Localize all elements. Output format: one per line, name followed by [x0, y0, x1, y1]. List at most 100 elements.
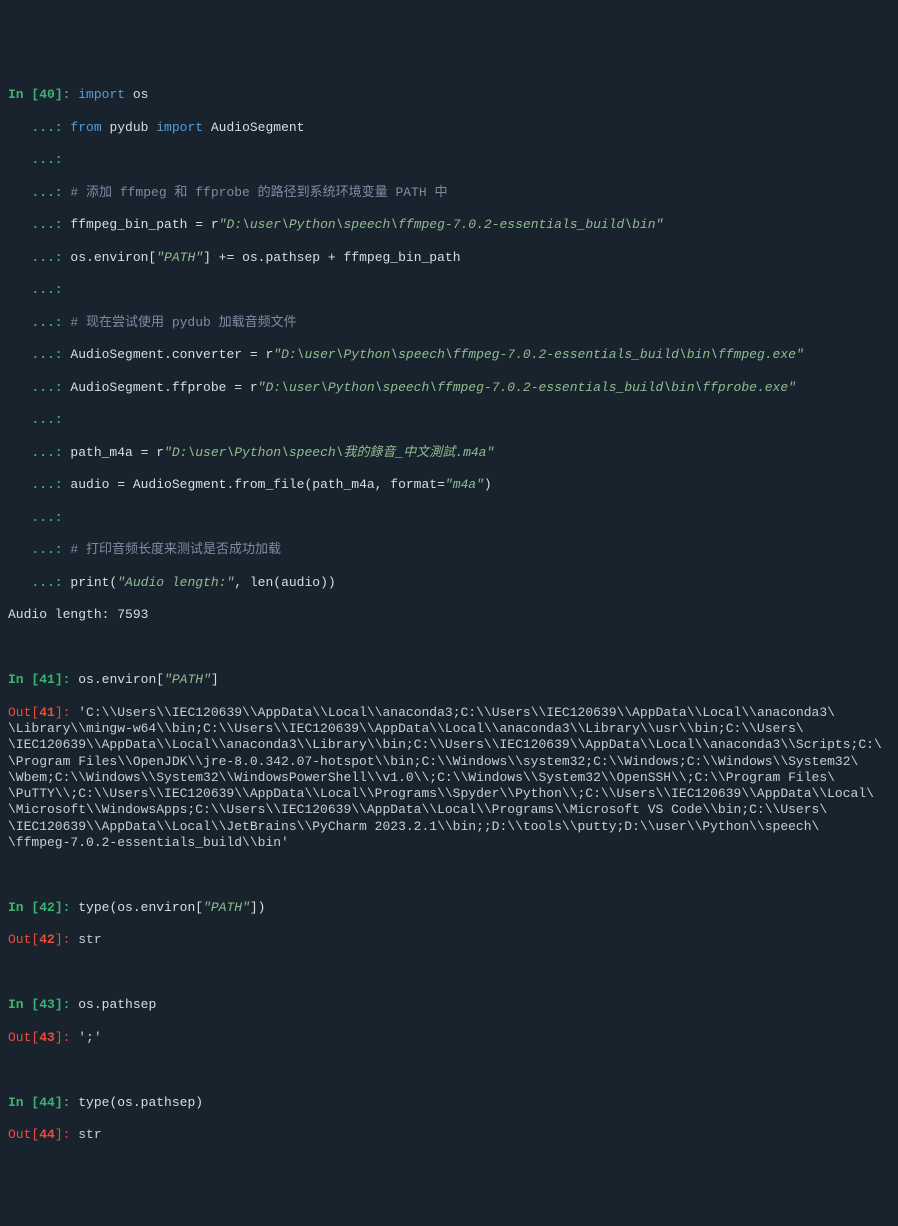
cont-prompt: ...: — [8, 575, 70, 590]
in-40-line-1: In [40]: import os — [8, 87, 890, 103]
ipython-console[interactable]: In [40]: import os ...: from pydub impor… — [8, 71, 890, 1160]
string-ffmpeg: "D:\user\Python\speech\ffmpeg-7.0.2-esse… — [273, 347, 804, 362]
kw-import: import — [78, 87, 125, 102]
string-ffprobe: "D:\user\Python\speech\ffmpeg-7.0.2-esse… — [258, 380, 796, 395]
mod-os: os — [125, 87, 148, 102]
cont-prompt: ...: — [8, 120, 70, 135]
comment-text: # 打印音频长度来测试是否成功加载 — [70, 542, 281, 557]
cont-prompt: ...: — [8, 477, 70, 492]
code-text: AudioSegment.ffprobe = r — [70, 380, 257, 395]
code-text: AudioSegment.converter = r — [70, 347, 273, 362]
mod-pydub: pydub — [102, 120, 157, 135]
prompt-close: ]: — [55, 900, 78, 915]
in-40-line-11: ...: print("Audio length:", len(audio)) — [8, 575, 890, 591]
out-prompt: Out[ — [8, 932, 39, 947]
code-text: os.environ[ — [70, 250, 156, 265]
out-value: 'C:\\Users\\IEC120639\\AppData\\Local\\a… — [8, 705, 882, 850]
out-prompt: Out[ — [8, 1127, 39, 1142]
prompt-close: ]: — [55, 672, 78, 687]
in-prompt: In [ — [8, 1095, 39, 1110]
cont-prompt: ...: — [8, 152, 70, 167]
cont-prompt: ...: — [8, 315, 70, 330]
code-text: ffmpeg_bin_path = r — [70, 217, 218, 232]
out-41: Out[41]: 'C:\\Users\\IEC120639\\AppData\… — [8, 705, 890, 851]
in-40-line-5: ...: os.environ["PATH"] += os.pathsep + … — [8, 250, 890, 266]
code-text: type(os.pathsep) — [78, 1095, 203, 1110]
cont-prompt: ...: — [8, 445, 70, 460]
in-number: 42 — [39, 900, 55, 915]
in-number: 41 — [39, 672, 55, 687]
in-40-blank-4: ...: — [8, 510, 890, 526]
in-40-line-10: ...: audio = AudioSegment.from_file(path… — [8, 477, 890, 493]
cont-prompt: ...: — [8, 347, 70, 362]
spacer — [8, 867, 890, 883]
out-value: str — [78, 1127, 101, 1142]
code-text: , len(audio)) — [234, 575, 335, 590]
prompt-close: ]: — [55, 1095, 78, 1110]
spacer — [8, 965, 890, 981]
cont-prompt: ...: — [8, 412, 70, 427]
in-40-line-9: ...: path_m4a = r"D:\user\Python\speech\… — [8, 445, 890, 461]
code-text: ) — [484, 477, 492, 492]
kw-import2: import — [156, 120, 203, 135]
out-44: Out[44]: str — [8, 1127, 890, 1143]
code-text: os.pathsep — [78, 997, 156, 1012]
in-number: 44 — [39, 1095, 55, 1110]
cls-audiosegment: AudioSegment — [203, 120, 304, 135]
stdout-40: Audio length: 7593 — [8, 607, 890, 623]
in-prompt: In [ — [8, 672, 39, 687]
in-40-line-4: ...: ffmpeg_bin_path = r"D:\user\Python\… — [8, 217, 890, 233]
in-40-blank-2: ...: — [8, 282, 890, 298]
comment-text: # 添加 ffmpeg 和 ffprobe 的路径到系统环境变量 PATH 中 — [70, 185, 447, 200]
prompt-close: ]: — [55, 997, 78, 1012]
cont-prompt: ...: — [8, 185, 70, 200]
in-40-blank-1: ...: — [8, 152, 890, 168]
in-44: In [44]: type(os.pathsep) — [8, 1095, 890, 1111]
out-number: 41 — [39, 705, 55, 720]
cont-prompt: ...: — [8, 217, 70, 232]
cont-prompt: ...: — [8, 542, 70, 557]
out-value: ';' — [78, 1030, 101, 1045]
in-number: 43 — [39, 997, 55, 1012]
prompt-close: ]: — [55, 1030, 78, 1045]
stdout-text: Audio length: 7593 — [8, 607, 148, 622]
out-prompt: Out[ — [8, 705, 39, 720]
in-43: In [43]: os.pathsep — [8, 997, 890, 1013]
string-m4a-path: "D:\user\Python\speech\我的錄音_中文測試.m4a" — [164, 445, 494, 460]
in-prompt: In [ — [8, 87, 39, 102]
cont-prompt: ...: — [8, 380, 70, 395]
out-number: 42 — [39, 932, 55, 947]
cont-prompt: ...: — [8, 250, 70, 265]
code-text: audio = AudioSegment.from_file(path_m4a,… — [70, 477, 444, 492]
comment-text: # 现在尝试使用 pydub 加载音频文件 — [70, 315, 296, 330]
in-40-line-7: ...: AudioSegment.converter = r"D:\user\… — [8, 347, 890, 363]
in-40-line-8: ...: AudioSegment.ffprobe = r"D:\user\Py… — [8, 380, 890, 396]
out-number: 43 — [39, 1030, 55, 1045]
string-format: "m4a" — [445, 477, 484, 492]
code-text: ] += os.pathsep + ffmpeg_bin_path — [203, 250, 460, 265]
spacer — [8, 640, 890, 656]
code-text: ]) — [250, 900, 266, 915]
kw-from: from — [70, 120, 101, 135]
string-path: "D:\user\Python\speech\ffmpeg-7.0.2-esse… — [219, 217, 664, 232]
string-path-key: "PATH" — [203, 900, 250, 915]
prompt-close: ]: — [55, 932, 78, 947]
cont-prompt: ...: — [8, 282, 70, 297]
in-prompt: In [ — [8, 997, 39, 1012]
code-text: type(os.environ[ — [78, 900, 203, 915]
code-text: ] — [211, 672, 219, 687]
prompt-close: ]: — [55, 1127, 78, 1142]
spacer — [8, 1062, 890, 1078]
in-42: In [42]: type(os.environ["PATH"]) — [8, 900, 890, 916]
out-43: Out[43]: ';' — [8, 1030, 890, 1046]
prompt-close: ]: — [55, 705, 78, 720]
in-prompt: In [ — [8, 900, 39, 915]
code-text: os.environ[ — [78, 672, 164, 687]
out-number: 44 — [39, 1127, 55, 1142]
in-40-comment-3: ...: # 打印音频长度来测试是否成功加载 — [8, 542, 890, 558]
in-40-line-2: ...: from pydub import AudioSegment — [8, 120, 890, 136]
in-41: In [41]: os.environ["PATH"] — [8, 672, 890, 688]
code-text: path_m4a = r — [70, 445, 164, 460]
in-40-comment-1: ...: # 添加 ffmpeg 和 ffprobe 的路径到系统环境变量 PA… — [8, 185, 890, 201]
prompt-close: ]: — [55, 87, 78, 102]
